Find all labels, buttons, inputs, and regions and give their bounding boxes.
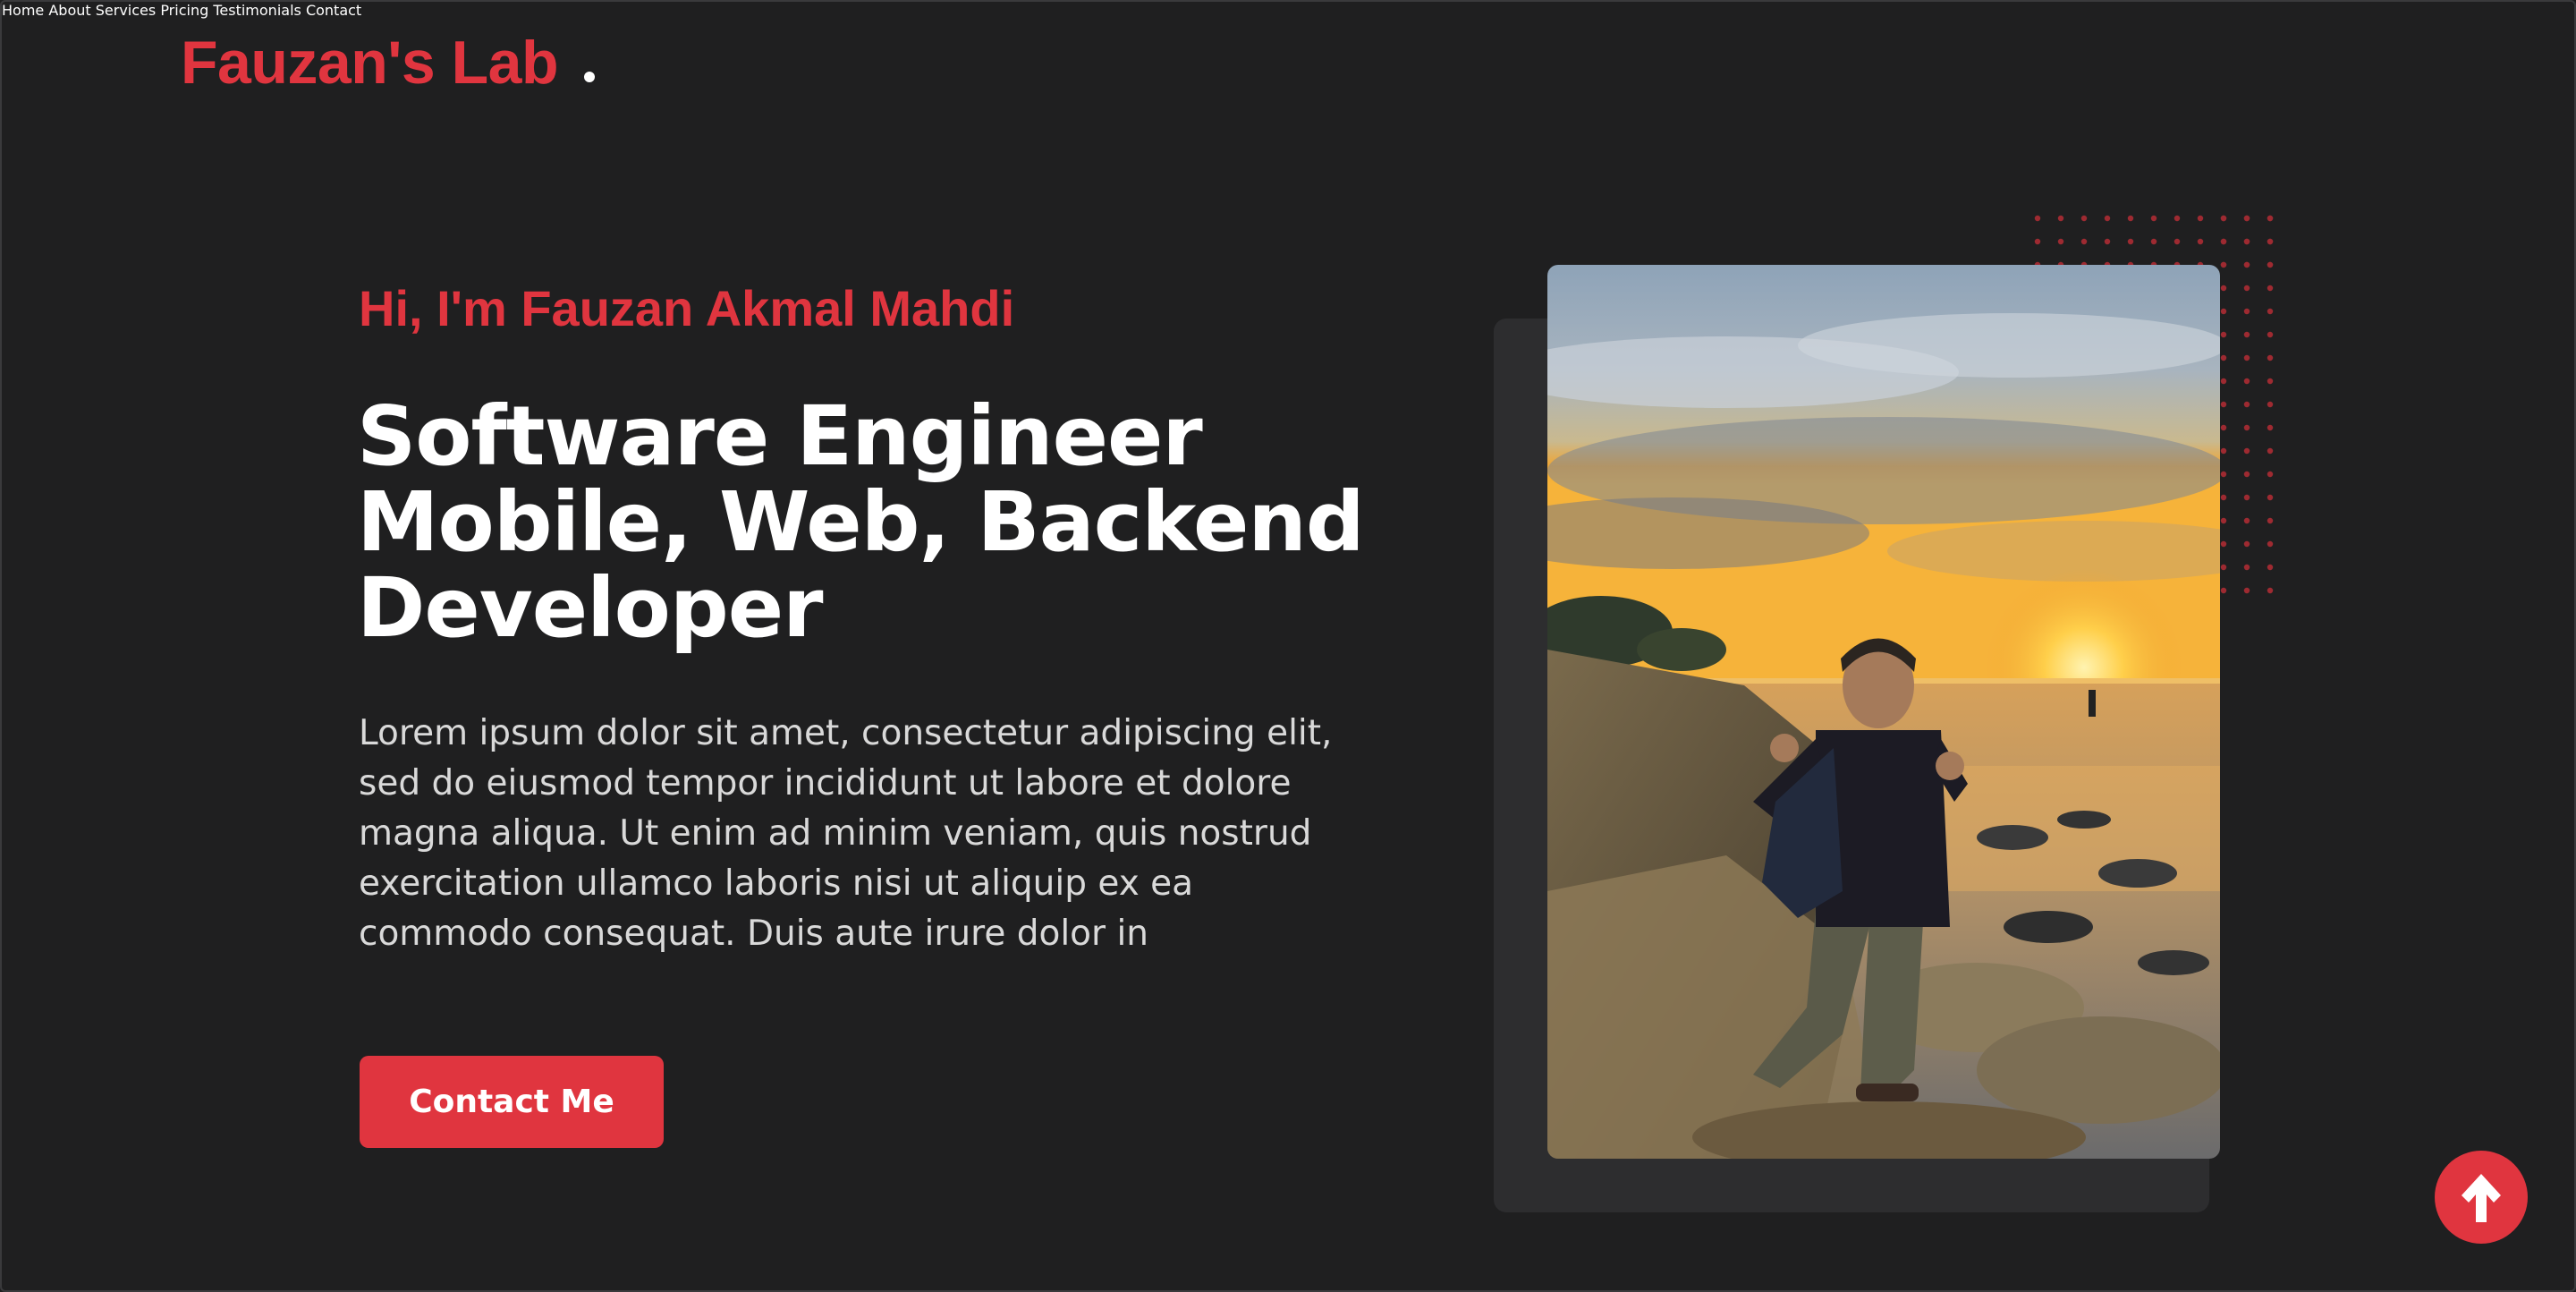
description-line: Lorem ipsum dolor sit amet, consectetur … bbox=[359, 713, 1333, 753]
scroll-to-top-button[interactable] bbox=[2435, 1151, 2528, 1244]
description-line: magna aliqua. Ut enim ad minim veniam, q… bbox=[359, 813, 1312, 854]
nav-pricing[interactable]: Pricing bbox=[160, 2, 208, 19]
brand-logo[interactable]: Fauzan's Lab bbox=[181, 27, 559, 98]
page-frame: Fauzan's Lab Home About Services Pricing… bbox=[0, 0, 2576, 1292]
arrow-up-icon bbox=[2462, 1174, 2501, 1222]
hero-headline: Software Engineer Mobile, Web, Backend D… bbox=[357, 394, 1430, 651]
headline-line: Mobile, Web, Backend bbox=[357, 474, 1365, 570]
headline-line: Software Engineer bbox=[357, 388, 1203, 484]
nav-services[interactable]: Services bbox=[96, 2, 156, 19]
hero-greeting: Hi, I'm Fauzan Akmal Mahdi bbox=[359, 280, 1015, 336]
nav-about[interactable]: About bbox=[48, 2, 90, 19]
main-nav: Home About Services Pricing Testimonials… bbox=[2, 2, 2574, 19]
beach-sunset-photo bbox=[1547, 265, 2220, 1159]
contact-me-button[interactable]: Contact Me bbox=[360, 1056, 664, 1148]
description-line: exercitation ullamco laboris nisi ut ali… bbox=[359, 863, 1194, 904]
profile-photo bbox=[1547, 265, 2220, 1159]
nav-home[interactable]: Home bbox=[2, 2, 44, 19]
hero-description: Lorem ipsum dolor sit amet, consectetur … bbox=[359, 709, 1378, 959]
brand-dot bbox=[584, 72, 595, 82]
headline-line: Developer bbox=[357, 560, 824, 656]
nav-contact[interactable]: Contact bbox=[306, 2, 361, 19]
nav-testimonials[interactable]: Testimonials bbox=[213, 2, 301, 19]
description-line: commodo consequat. Duis aute irure dolor… bbox=[359, 914, 1149, 954]
description-line: sed do eiusmod tempor incididunt ut labo… bbox=[359, 763, 1292, 803]
